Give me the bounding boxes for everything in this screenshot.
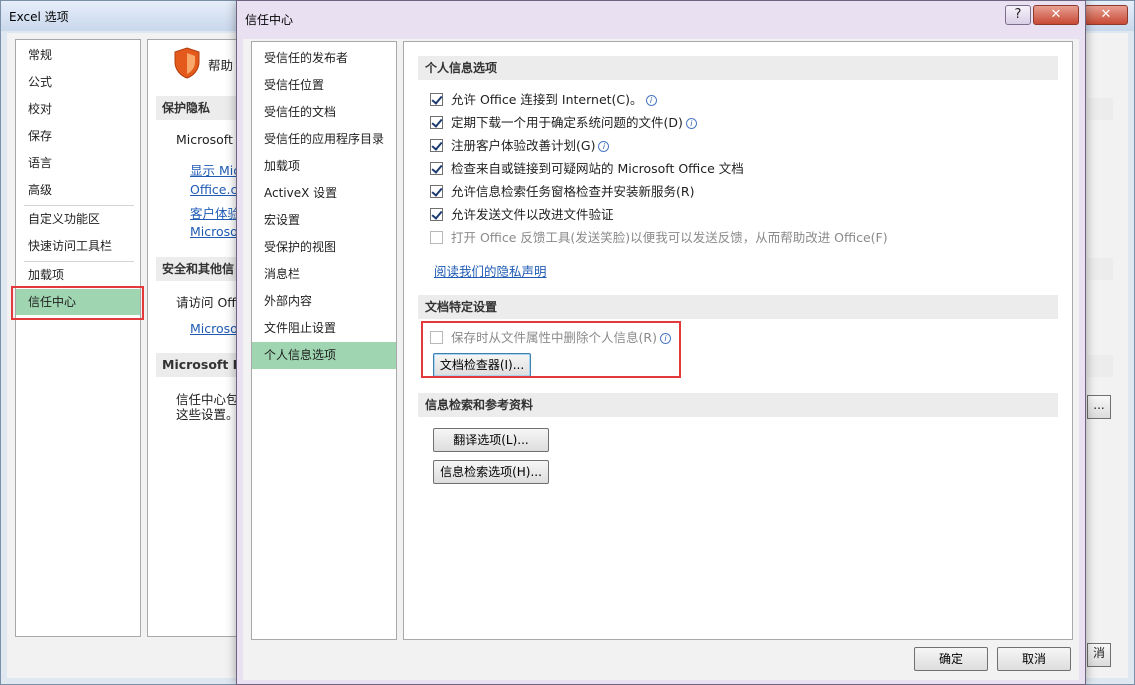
checkbox[interactable]	[430, 162, 443, 175]
bg-right-section-strip	[1087, 98, 1113, 120]
bg-right-section-strip	[1087, 355, 1113, 377]
bg-right-section-strip	[1087, 258, 1113, 280]
nav-item-trusted-documents[interactable]: 受信任的文档	[252, 99, 396, 126]
translation-options-button[interactable]: 翻译选项(L)...	[433, 428, 549, 452]
bg-nav-item-proofing[interactable]: 校对	[16, 96, 140, 122]
help-button[interactable]: ?	[1005, 5, 1031, 25]
checkbox[interactable]	[430, 93, 443, 106]
nav-item-addins[interactable]: 加载项	[252, 153, 396, 180]
bg-link-4[interactable]: Microso	[190, 224, 236, 239]
bg-nav-item-general[interactable]: 常规	[16, 42, 140, 68]
bg-nav-item-customize-ribbon[interactable]: 自定义功能区	[16, 206, 140, 232]
option-ceip[interactable]: 注册客户体验改善计划(G) i	[430, 136, 610, 156]
highlight-box-trust-center	[11, 286, 144, 320]
trust-center-body: 受信任的发布者 受信任位置 受信任的文档 受信任的应用程序目录 加载项 Acti…	[243, 39, 1079, 680]
cancel-button[interactable]: 取消	[997, 647, 1071, 671]
bg-nav-item-advanced[interactable]: 高级	[16, 177, 140, 203]
option-download-troubleshoot-file[interactable]: 定期下载一个用于确定系统问题的文件(D) i	[430, 113, 697, 133]
bg-section-security: 安全和其他信	[156, 257, 236, 281]
bg-nav-item-formulas[interactable]: 公式	[16, 69, 140, 95]
nav-item-trusted-publishers[interactable]: 受信任的发布者	[252, 45, 396, 72]
option-label: 定期下载一个用于确定系统问题的文件(D)	[451, 115, 683, 130]
bg-section-privacy: 保护隐私	[156, 96, 236, 120]
checkbox[interactable]	[430, 116, 443, 129]
close-button[interactable]: ✕	[1033, 5, 1079, 25]
option-label: 打开 Office 反馈工具(发送笑脸)以便我可以发送反馈，从而帮助改进 Off…	[451, 230, 888, 245]
info-icon: i	[685, 118, 697, 129]
nav-item-trusted-app-catalogs[interactable]: 受信任的应用程序目录	[252, 126, 396, 153]
bg-trust-settings-button[interactable]: ...	[1087, 395, 1111, 419]
bg-security-link[interactable]: Microso	[190, 321, 236, 336]
shield-icon	[174, 47, 200, 79]
nav-item-file-block[interactable]: 文件阻止设置	[252, 315, 396, 342]
checkbox[interactable]	[430, 139, 443, 152]
option-research-pane-services[interactable]: 允许信息检索任务窗格检查并安装新服务(R)	[430, 182, 694, 202]
bg-nav-item-language[interactable]: 语言	[16, 150, 140, 176]
option-label: 允许发送文件以改进文件验证	[451, 207, 614, 222]
option-file-validation[interactable]: 允许发送文件以改进文件验证	[430, 205, 614, 225]
checkbox[interactable]	[430, 208, 443, 221]
nav-item-macro-settings[interactable]: 宏设置	[252, 207, 396, 234]
trust-center-dialog: 信任中心 ? ✕ 受信任的发布者 受信任位置 受信任的文档 受信任的应用程序目录…	[236, 0, 1086, 685]
bg-nav-item-quick-access[interactable]: 快速访问工具栏	[16, 233, 140, 259]
help-icon: ?	[1014, 7, 1022, 22]
excel-options-close-button[interactable]: ✕	[1084, 5, 1128, 25]
bg-nav-item-save[interactable]: 保存	[16, 123, 140, 149]
trust-center-content: 个人信息选项 允许 Office 连接到 Internet(C)。 i 定期下载一…	[403, 41, 1073, 640]
bg-link-3[interactable]: 客户体验	[190, 203, 236, 222]
checkbox	[430, 231, 443, 244]
bg-privacy-text: Microsoft	[176, 132, 233, 147]
option-label: 检查来自或链接到可疑网站的 Microsoft Office 文档	[451, 161, 744, 176]
trust-center-nav: 受信任的发布者 受信任位置 受信任的文档 受信任的应用程序目录 加载项 Acti…	[251, 41, 397, 640]
nav-item-message-bar[interactable]: 消息栏	[252, 261, 396, 288]
highlight-box-document-settings	[421, 321, 681, 378]
section-research: 信息检索和参考资料	[418, 393, 1058, 417]
research-options-button[interactable]: 信息检索选项(H)...	[433, 460, 549, 484]
excel-options-title: Excel 选项	[9, 10, 69, 24]
option-check-suspicious-sites[interactable]: 检查来自或链接到可疑网站的 Microsoft Office 文档	[430, 159, 744, 179]
checkbox[interactable]	[430, 185, 443, 198]
option-label: 允许信息检索任务窗格检查并安装新服务(R)	[451, 184, 695, 199]
bg-trust-text-2: 这些设置。	[176, 407, 237, 422]
ok-button[interactable]: 确定	[914, 647, 988, 671]
help-text: 帮助	[208, 58, 234, 73]
close-icon: ✕	[1100, 7, 1112, 22]
nav-item-trusted-locations[interactable]: 受信任位置	[252, 72, 396, 99]
nav-item-protected-view[interactable]: 受保护的视图	[252, 234, 396, 261]
trust-center-title: 信任中心	[245, 13, 294, 27]
excel-options-content: 帮助 保护隐私 Microsoft 显示 Mic Office.co 客户体验 …	[147, 39, 237, 637]
info-icon: i	[645, 95, 657, 106]
bg-link-1[interactable]: 显示 Mic	[190, 160, 236, 179]
trust-center-titlebar[interactable]: 信任中心 ? ✕	[237, 1, 1085, 37]
option-feedback-tool: 打开 Office 反馈工具(发送笑脸)以便我可以发送反馈，从而帮助改进 Off…	[430, 228, 888, 248]
nav-item-privacy-options[interactable]: 个人信息选项	[252, 342, 396, 369]
info-icon: i	[598, 141, 610, 152]
excel-options-nav: 常规 公式 校对 保存 语言 高级 自定义功能区 快速访问工具栏 加载项 信任中…	[15, 39, 141, 637]
option-label: 注册客户体验改善计划(G)	[451, 138, 596, 153]
nav-item-activex[interactable]: ActiveX 设置	[252, 180, 396, 207]
bg-link-2[interactable]: Office.co	[190, 182, 236, 197]
bg-nav-item-addins[interactable]: 加载项	[16, 262, 140, 288]
close-icon: ✕	[1050, 7, 1062, 22]
section-personal-info: 个人信息选项	[418, 56, 1058, 80]
bg-cancel-button[interactable]: 消	[1087, 643, 1111, 667]
bg-security-text: 请访问 Offi	[176, 295, 237, 310]
bg-section-trust: Microsoft E	[156, 353, 236, 377]
privacy-statement-link[interactable]: 阅读我们的隐私声明	[434, 261, 547, 280]
option-label: 允许 Office 连接到 Internet(C)。	[451, 92, 643, 107]
nav-item-external-content[interactable]: 外部内容	[252, 288, 396, 315]
option-connect-internet[interactable]: 允许 Office 连接到 Internet(C)。 i	[430, 90, 657, 110]
section-document-specific: 文档特定设置	[418, 295, 1058, 319]
